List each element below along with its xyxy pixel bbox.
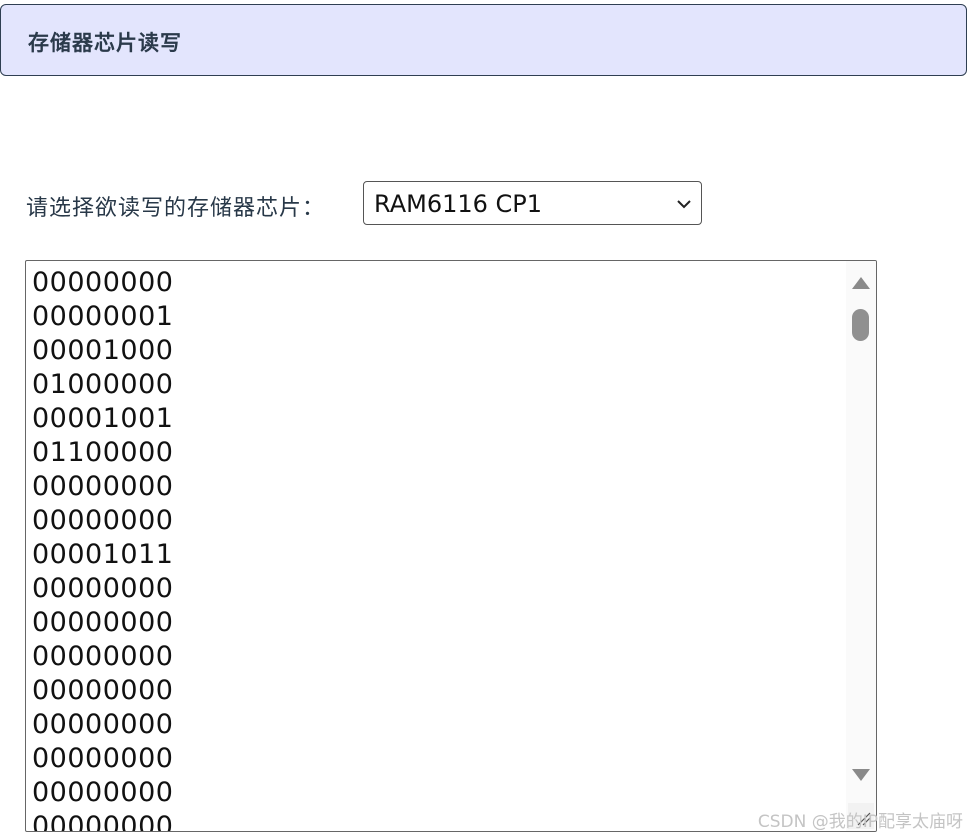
chip-select-label: 请选择欲读写的存储器芯片：: [26, 196, 326, 221]
scroll-thumb[interactable]: [852, 309, 869, 341]
memory-line: 00000000: [32, 777, 174, 808]
memory-line: 00000000: [32, 675, 174, 706]
chip-select[interactable]: RAM6116 CP1: [363, 181, 702, 225]
memory-line: 00000000: [32, 267, 174, 298]
scroll-up-arrow-icon[interactable]: [852, 277, 870, 289]
memory-line: 00000000: [32, 471, 174, 502]
memory-line: 01000000: [32, 369, 174, 400]
vertical-scrollbar[interactable]: [846, 261, 876, 831]
memory-line: 00000000: [32, 811, 174, 832]
memory-line: 00000000: [32, 641, 174, 672]
memory-chip-rw-page: 存储器芯片读写 请选择欲读写的存储器芯片： RAM6116 CP1 000000…: [0, 0, 969, 838]
memory-content-textarea[interactable]: 00000000 00000001 00001000 01000000 00001001…: [25, 260, 877, 832]
watermark: CSDN @我的IP配享太庙呀: [757, 812, 963, 832]
memory-lines: 00000000 00000001 00001000 01000000 00001001…: [32, 266, 174, 832]
page-title: 存储器芯片读写: [28, 31, 182, 55]
title-bar: 存储器芯片读写: [0, 4, 967, 76]
memory-line: 00000000: [32, 709, 174, 740]
chip-select-value: RAM6116 CP1: [374, 190, 543, 218]
memory-line: 00001011: [32, 539, 174, 570]
memory-line: 00000000: [32, 505, 174, 536]
memory-line: 00001001: [32, 403, 174, 434]
memory-line: 00000001: [32, 301, 174, 332]
scroll-down-arrow-icon[interactable]: [852, 769, 870, 781]
memory-line: 00000000: [32, 607, 174, 638]
memory-line: 00000000: [32, 743, 174, 774]
memory-line: 00000000: [32, 573, 174, 604]
chevron-down-icon: [677, 200, 691, 209]
memory-line: 01100000: [32, 437, 174, 468]
memory-line: 00001000: [32, 335, 174, 366]
